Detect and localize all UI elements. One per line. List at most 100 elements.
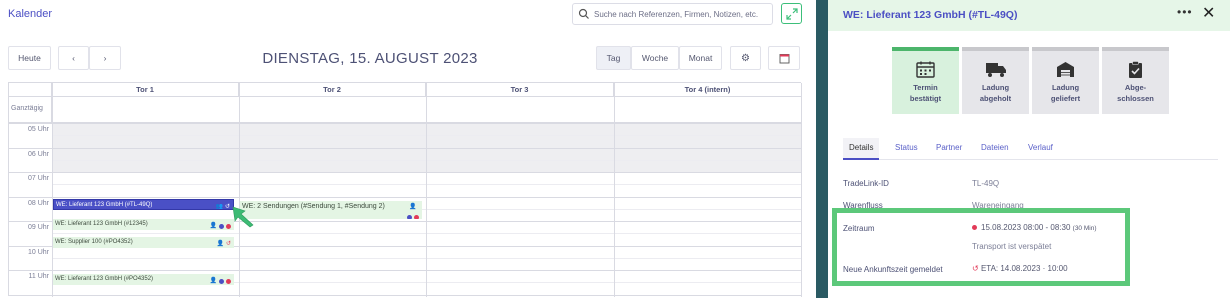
warehouse-icon xyxy=(1057,62,1074,77)
clipboard-check-icon xyxy=(1129,61,1142,78)
next-button[interactable]: › xyxy=(89,46,121,70)
hour-label: 06 Uhr xyxy=(27,151,49,158)
status-progress-bar xyxy=(962,47,1029,51)
column-header-tor-3: Tor 3 xyxy=(426,83,614,97)
calendar-edit-icon xyxy=(779,53,789,63)
calendar-event[interactable]: WE: Supplier 100 (#PO4352) 👤 ↺ xyxy=(53,237,234,248)
tab-dateien[interactable]: Dateien xyxy=(981,143,1009,152)
pointer-arrow-icon xyxy=(232,206,254,228)
calendar-title: Kalender xyxy=(8,8,53,20)
highlight-box xyxy=(832,208,1130,286)
hour-line xyxy=(9,270,802,271)
column-header-tor-1: Tor 1 xyxy=(52,83,239,97)
all-day-row[interactable] xyxy=(52,97,802,123)
status-card-abgeschlossen[interactable]: Abge-schlossen xyxy=(1102,47,1169,114)
event-icons: 👤 ↺ xyxy=(216,239,231,248)
time-column-header xyxy=(9,83,52,97)
view-month-button[interactable]: Monat xyxy=(679,46,722,70)
event-label: WE: 2 Sendungen (#Sendung 1, #Sendung 2) xyxy=(242,203,385,210)
status-dot-blue xyxy=(407,215,412,219)
hour-label: 05 Uhr xyxy=(27,126,49,133)
chevron-left-icon: ‹ xyxy=(72,53,75,63)
people-icon: 👤 xyxy=(216,241,224,247)
tab-status[interactable]: Status xyxy=(895,143,918,152)
event-label: WE: Supplier 100 (#PO4352) xyxy=(55,239,133,245)
search-input[interactable] xyxy=(594,7,770,22)
panel-header: WE: Lieferant 123 GmbH (#TL-49Q) ••• ✕ xyxy=(828,0,1230,31)
today-button[interactable]: Heute xyxy=(8,46,51,70)
tab-verlauf[interactable]: Verlauf xyxy=(1028,143,1053,152)
status-card-ladung-geliefert[interactable]: Ladung geliefert xyxy=(1032,47,1099,114)
status-progress-bar xyxy=(892,47,959,51)
search-icon xyxy=(578,8,589,19)
chevron-right-icon: › xyxy=(103,53,107,63)
pane-divider[interactable] xyxy=(816,0,828,298)
calendar-icon xyxy=(916,61,935,78)
view-week-button[interactable]: Woche xyxy=(631,46,679,70)
expand-button[interactable] xyxy=(781,3,802,24)
calendar-event[interactable]: WE: Lieferant 123 GmbH (#PO4352) 👤 xyxy=(53,274,234,285)
more-options-icon[interactable]: ••• xyxy=(1177,5,1193,19)
people-icon: 👤 xyxy=(209,223,217,229)
view-day-button[interactable]: Tag xyxy=(596,46,631,70)
column-header-tor-2: Tor 2 xyxy=(239,83,426,97)
status-progress-bar xyxy=(1032,47,1099,51)
clock-alert-icon: ↺ xyxy=(224,204,230,210)
detail-tabs: Details Status Partner Dateien Verlauf xyxy=(843,138,1218,160)
all-day-label: Ganztägig xyxy=(11,105,43,112)
event-icons: 👥 ↺ xyxy=(215,202,230,210)
event-label: WE: Lieferant 123 GmbH (#TL-49Q) xyxy=(56,202,153,208)
hour-line xyxy=(9,197,802,198)
calendar-header: Kalender xyxy=(0,0,816,30)
tab-details[interactable]: Details xyxy=(843,138,880,160)
hour-label: 09 Uhr xyxy=(27,224,49,231)
status-dot-red xyxy=(414,215,419,219)
column-header-tor-4: Tor 4 (intern) xyxy=(614,83,802,97)
status-dot-blue xyxy=(219,224,224,229)
tab-partner[interactable]: Partner xyxy=(936,143,962,152)
status-dot-red xyxy=(226,279,231,284)
status-label: Ladung geliefert xyxy=(1050,83,1081,103)
half-hour-line xyxy=(52,258,802,259)
prev-button[interactable]: ‹ xyxy=(58,46,89,70)
calendar-grid: Tor 1 Tor 2 Tor 3 Tor 4 (intern) Ganztäg… xyxy=(8,82,802,297)
event-icons: 👤 xyxy=(210,276,231,285)
status-dot-blue xyxy=(219,279,224,284)
column-divider xyxy=(801,83,802,297)
detail-panel: WE: Lieferant 123 GmbH (#TL-49Q) ••• ✕ T… xyxy=(828,0,1230,298)
half-hour-line xyxy=(52,160,802,161)
half-hour-line xyxy=(52,184,802,185)
half-hour-line xyxy=(52,233,802,234)
close-icon[interactable]: ✕ xyxy=(1202,3,1215,23)
column-divider xyxy=(239,83,240,297)
calendar-toolbar: Heute ‹ › DIENSTAG, 15. AUGUST 2023 Tag … xyxy=(0,46,816,72)
calendar-export-button[interactable] xyxy=(768,46,800,70)
column-divider xyxy=(426,83,427,297)
calendar-event[interactable]: WE: Lieferant 123 GmbH (#12345) 👤 xyxy=(53,219,234,230)
event-icons: 👤 xyxy=(407,202,419,219)
hour-label: 10 Uhr xyxy=(27,249,49,256)
column-divider xyxy=(52,83,53,297)
calendar-event-selected[interactable]: WE: Lieferant 123 GmbH (#TL-49Q) 👥 ↺ xyxy=(53,199,234,210)
settings-button[interactable]: ⚙ xyxy=(730,46,761,70)
status-label: Abge-schlossen xyxy=(1117,83,1154,103)
calendar-event[interactable]: WE: 2 Sendungen (#Sendung 1, #Sendung 2)… xyxy=(240,201,422,219)
expand-icon xyxy=(786,8,798,20)
hour-label: 07 Uhr xyxy=(27,175,49,182)
hour-line xyxy=(9,148,802,149)
event-label: WE: Lieferant 123 GmbH (#PO4352) xyxy=(55,276,154,282)
hour-line xyxy=(9,123,802,124)
hour-label: 08 Uhr xyxy=(27,200,49,207)
status-card-ladung-abgeholt[interactable]: Ladung abgeholt xyxy=(962,47,1029,114)
status-card-termin-bestaetigt[interactable]: Termin bestätigt xyxy=(892,47,959,114)
hour-line xyxy=(9,295,802,296)
search-box[interactable] xyxy=(572,3,773,25)
event-icons: 👤 xyxy=(210,221,231,230)
clock-alert-icon: ↺ xyxy=(225,241,231,247)
people-icon: 👤 xyxy=(409,204,417,210)
date-title: DIENSTAG, 15. AUGUST 2023 xyxy=(262,50,478,67)
status-progress-bar xyxy=(1102,47,1169,51)
panel-title: WE: Lieferant 123 GmbH (#TL-49Q) xyxy=(843,9,1018,21)
event-label: WE: Lieferant 123 GmbH (#12345) xyxy=(55,221,148,227)
gear-icon: ⚙ xyxy=(741,52,750,64)
